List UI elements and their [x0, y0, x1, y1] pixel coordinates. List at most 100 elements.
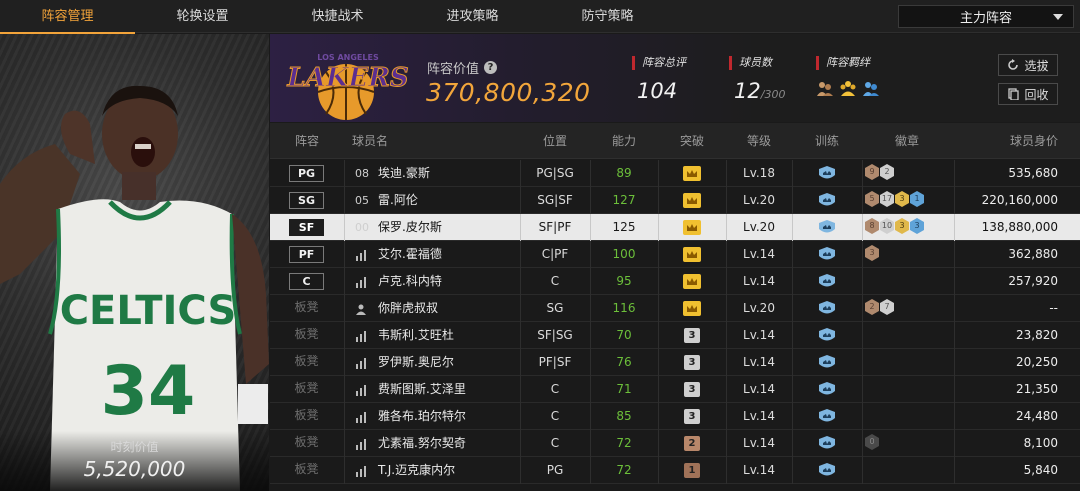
training-shield-icon[interactable]: [817, 463, 837, 479]
refresh-icon: [1008, 59, 1019, 70]
tab-4[interactable]: 防守策略: [540, 0, 675, 33]
player-price: 362,880: [1008, 247, 1058, 261]
player-position: C: [550, 436, 560, 450]
table-row[interactable]: 板凳 韦斯利.艾旺杜 SF|SG 70 3 Lv.14 23,820: [270, 322, 1080, 349]
player-position: C: [550, 409, 560, 423]
training-shield-icon[interactable]: [817, 328, 837, 344]
badge-list[interactable]: 8 10 3 3: [865, 218, 924, 234]
training-shield-icon[interactable]: [817, 166, 837, 182]
training-shield-icon[interactable]: [817, 382, 837, 398]
break-level-icon: 1: [683, 463, 701, 478]
player-position: PG|SG: [536, 166, 574, 180]
player-position: SF|SG: [537, 328, 573, 342]
signal-bars-icon: [356, 466, 366, 477]
training-shield-icon[interactable]: [817, 409, 837, 425]
badge-list[interactable]: 92: [865, 164, 894, 180]
table-row[interactable]: 板凳 罗伊斯.奥尼尔 PF|SF 76 3 Lv.14 20,250: [270, 349, 1080, 376]
break-level: 3: [688, 330, 696, 341]
training-shield-icon[interactable]: [817, 301, 837, 317]
table-row[interactable]: PF 艾尔.霍福德 C|PF 100 Lv.14 3 362,880: [270, 241, 1080, 268]
player-price: 24,480: [1016, 409, 1058, 423]
player-price: 21,350: [1016, 382, 1058, 396]
player-ability: 85: [616, 409, 632, 423]
table-row[interactable]: PG 08 埃迪.豪斯 PG|SG 89 Lv.18 9 2 535,680: [270, 160, 1080, 187]
col-level[interactable]: 等级: [726, 123, 792, 159]
col-breakthrough[interactable]: 突破: [658, 123, 726, 159]
training-shield-icon[interactable]: [817, 247, 837, 263]
slot-label: SF: [289, 219, 324, 236]
lakers-logo: LOS ANGELES LAKERS: [286, 53, 409, 120]
player-ability: 71: [616, 382, 632, 396]
crown-icon: [683, 166, 701, 181]
break-level: 2: [688, 438, 696, 449]
training-shield-icon[interactable]: [817, 193, 837, 209]
player-level: Lv.14: [743, 247, 775, 261]
player-position: C: [550, 274, 560, 288]
break-level: 3: [688, 357, 696, 368]
chemistry-stat[interactable]: 阵容羁绊: [816, 56, 880, 97]
table-row[interactable]: 板凳 雅各布.珀尔特尔 C 85 3 Lv.14 24,480: [270, 403, 1080, 430]
player-level: Lv.14: [743, 274, 775, 288]
crown-icon: [683, 220, 701, 235]
badge-list[interactable]: 3: [865, 245, 879, 261]
training-shield-icon[interactable]: [817, 355, 837, 371]
col-name[interactable]: 球员名: [352, 123, 412, 159]
badge-count: 3: [914, 221, 920, 230]
team-value: 370,800,320: [426, 78, 591, 107]
chemistry-people-icon: [817, 82, 833, 96]
col-training[interactable]: 训练: [792, 123, 862, 159]
slot-label: 板凳: [294, 327, 319, 341]
player-position: PF|SF: [538, 355, 572, 369]
chemistry-people-blue-icon: [863, 82, 879, 96]
select-button[interactable]: 选拔: [998, 54, 1058, 76]
player-price: 257,920: [1008, 274, 1058, 288]
training-shield-icon[interactable]: [817, 274, 837, 290]
table-row[interactable]: C 卢克.科内特 C 95 Lv.14 257,920: [270, 268, 1080, 295]
tab-3[interactable]: 进攻策略: [405, 0, 540, 33]
slot-label: PF: [289, 246, 324, 263]
tab-0[interactable]: 阵容管理: [0, 0, 135, 34]
recycle-button[interactable]: 回收: [998, 83, 1058, 105]
question-circle-icon[interactable]: ?: [484, 61, 498, 74]
col-slot[interactable]: 阵容: [270, 123, 344, 159]
player-card[interactable]: CELTICS 34 时刻价值 5,520,000: [0, 34, 269, 491]
col-value[interactable]: 球员身价: [970, 123, 1058, 159]
badge-count: 1: [914, 194, 920, 203]
col-ability[interactable]: 能力: [590, 123, 658, 159]
player-count-max: /300: [760, 88, 786, 101]
lineup-dropdown[interactable]: 主力阵容: [898, 5, 1074, 28]
player-name: 费斯图斯.艾泽里: [378, 382, 466, 396]
badge-list[interactable]: 0: [865, 434, 879, 450]
break-level: 3: [688, 411, 696, 422]
tab-1[interactable]: 轮换设置: [135, 0, 270, 33]
training-shield-icon[interactable]: [817, 220, 837, 236]
col-badges[interactable]: 徽章: [862, 123, 952, 159]
table-row[interactable]: 板凳 尤素福.努尔契奇 C 72 2 Lv.14 0 8,100: [270, 430, 1080, 457]
badge-count: 17: [881, 194, 893, 203]
player-count-value: 12: [734, 79, 761, 103]
table-row[interactable]: 板凳 费斯图斯.艾泽里 C 71 3 Lv.14 21,350: [270, 376, 1080, 403]
badge-icon: 3: [895, 191, 909, 207]
player-name: 韦斯利.艾旺杜: [378, 328, 454, 342]
training-shield-icon[interactable]: [817, 436, 837, 452]
badge-count: 0: [869, 437, 875, 446]
table-row[interactable]: 板凳 你胖虎叔叔 SG 116 Lv.20 2 7 --: [270, 295, 1080, 322]
badge-count: 5: [869, 194, 875, 203]
badge-count: 3: [869, 248, 875, 257]
player-ability: 100: [612, 247, 636, 261]
table-row[interactable]: 板凳 T.J.迈克康内尔 PG 72 1 Lv.14 5,840: [270, 457, 1080, 484]
table-row[interactable]: SF 00 保罗.皮尔斯 SF|PF 125 Lv.20 8 10 3 3 138,880,000: [270, 214, 1080, 241]
player-portrait: CELTICS 34: [0, 85, 269, 491]
tab-2[interactable]: 快捷战术: [270, 0, 405, 33]
badge-list[interactable]: 27: [865, 299, 894, 315]
roster-table-header: 阵容 球员名 位置 能力 突破 等级 训练 徽章 球员身价: [270, 123, 1080, 159]
chemistry-icons[interactable]: [816, 79, 880, 97]
break-level-icon: 3: [683, 328, 701, 343]
player-position: SF|PF: [538, 220, 572, 234]
player-ability: 70: [616, 328, 632, 342]
col-position[interactable]: 位置: [520, 123, 590, 159]
badge-list[interactable]: 5 17 3 1: [865, 191, 924, 207]
table-row[interactable]: SG 05 雷.阿伦 SG|SF 127 Lv.20 5 17 3 1 220,160,000: [270, 187, 1080, 214]
badge-icon: 1: [910, 191, 924, 207]
player-avatar-icon: [356, 304, 366, 315]
